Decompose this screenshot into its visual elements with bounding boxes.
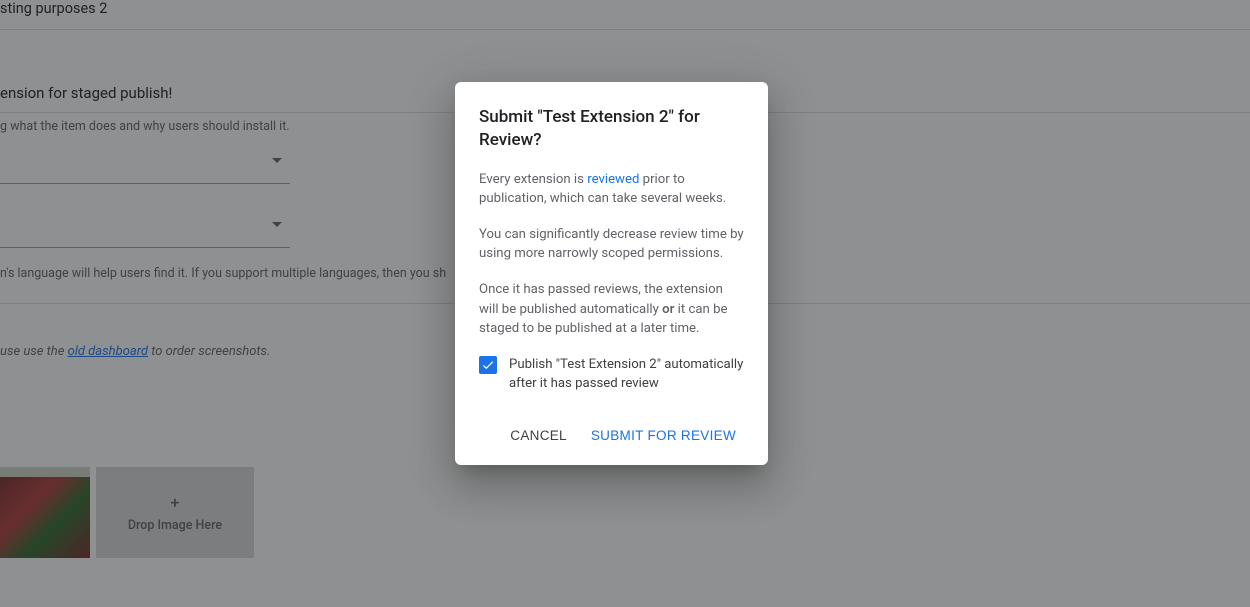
- cancel-button[interactable]: Cancel: [502, 420, 575, 451]
- auto-publish-checkbox[interactable]: [479, 356, 497, 374]
- auto-publish-option[interactable]: Publish "Test Extension 2" automatically…: [479, 355, 744, 394]
- dialog-paragraph-publish: Once it has passed reviews, the extensio…: [479, 280, 744, 339]
- dialog-paragraph-review: Every extension is reviewed prior to pub…: [479, 170, 744, 209]
- dialog-paragraph-permissions: You can significantly decrease review ti…: [479, 225, 744, 264]
- dialog-title: Submit "Test Extension 2" for Review?: [479, 106, 744, 152]
- auto-publish-label: Publish "Test Extension 2" automatically…: [509, 355, 744, 394]
- dialog-actions: Cancel Submit for Review: [479, 420, 744, 451]
- reviewed-link[interactable]: reviewed: [587, 172, 639, 187]
- check-icon: [481, 358, 495, 372]
- submit-for-review-dialog: Submit "Test Extension 2" for Review? Ev…: [455, 82, 768, 465]
- submit-for-review-button[interactable]: Submit for Review: [583, 420, 744, 451]
